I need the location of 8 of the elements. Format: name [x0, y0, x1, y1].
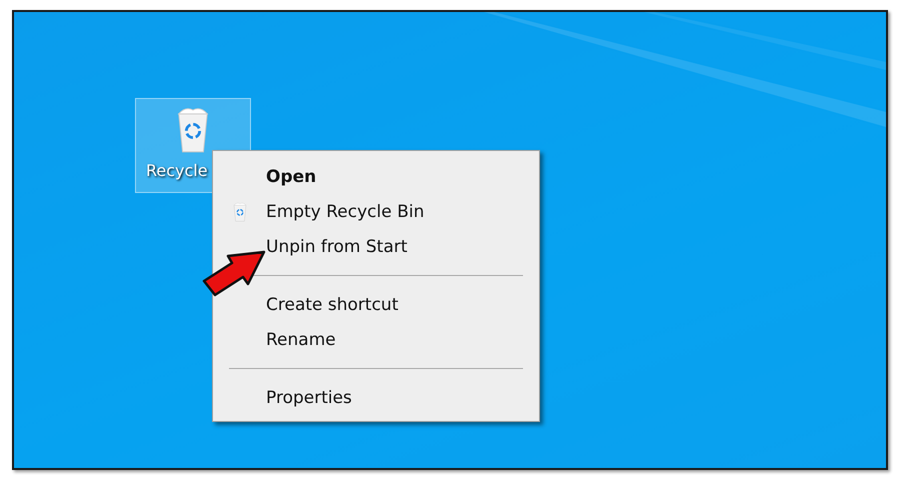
- menu-item[interactable]: Create shortcut: [266, 294, 398, 314]
- menu-item[interactable]: Open: [266, 166, 316, 186]
- menu-item[interactable]: Rename: [266, 330, 336, 350]
- menu-item[interactable]: Unpin from Start: [266, 236, 408, 256]
- arrow-icon: [202, 248, 266, 298]
- icon-label: Recycle: [146, 161, 208, 180]
- menu-item[interactable]: Empty Recycle Bin: [266, 202, 424, 222]
- menu-item[interactable]: Properties: [266, 388, 352, 408]
